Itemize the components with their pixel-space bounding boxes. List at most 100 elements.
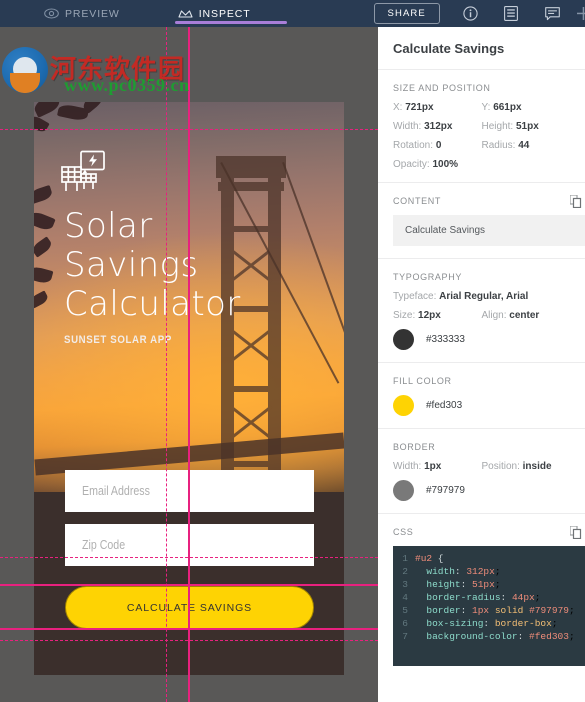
inspect-panel[interactable]: Calculate Savings SIZE AND POSITION X: 7… [378, 27, 585, 702]
css-line-text: background-color: #fed303; [426, 631, 575, 642]
typography-color-row: #333333 [393, 329, 570, 350]
content-heading: CONTENT [393, 196, 442, 206]
tab-inspect-label: INSPECT [198, 7, 251, 20]
css-line: 5 border: 1px solid #797979; [393, 604, 585, 617]
tab-inspect[interactable]: INSPECT [170, 0, 287, 27]
css-section: CSS 1 #u2 {2 width: 312px; 3 height: 51px;… [378, 513, 585, 678]
design-canvas[interactable]: Solar Savings Calculator SUNSET SOLAR APP … [0, 27, 378, 702]
css-line: 7 background-color: #fed303; [393, 630, 585, 643]
bridge-deck [34, 432, 344, 476]
css-line-number: 4 [402, 592, 408, 603]
plus-icon[interactable] [573, 0, 585, 27]
css-line-text: box-sizing: border-box; [426, 618, 558, 629]
css-line-text: border: 1px solid #797979; [426, 605, 575, 616]
comment-icon[interactable] [532, 0, 573, 27]
mobile-mockup: Solar Savings Calculator SUNSET SOLAR APP … [34, 102, 344, 675]
layers-panel-icon[interactable] [491, 0, 532, 27]
css-heading: CSS [393, 527, 414, 537]
size-position-heading: SIZE AND POSITION [393, 83, 491, 93]
active-tab-underline [174, 21, 287, 24]
border-width-label: Width: 1px [393, 461, 442, 472]
css-line: 1 #u2 { [393, 552, 585, 565]
border-heading: BORDER [393, 442, 436, 452]
width-value: 312px [424, 121, 453, 132]
css-line-text: #u2 { [415, 553, 444, 564]
y-value: 661px [493, 102, 522, 113]
typography-color-value: #333333 [426, 334, 465, 345]
fill-color-section: FILL COLOR #fed303 [378, 362, 585, 428]
css-code-block[interactable]: 1 #u2 {2 width: 312px; 3 height: 51px; 4 bo… [393, 546, 585, 666]
watermark-logo-icon [2, 47, 48, 93]
border-width-value: 1px [424, 461, 442, 472]
border-position-value: inside [522, 461, 552, 472]
css-line: 6 box-sizing: border-box; [393, 617, 585, 630]
typography-heading: TYPOGRAPHY [393, 272, 463, 282]
align-value: center [509, 310, 540, 321]
hero-image: Solar Savings Calculator SUNSET SOLAR APP [34, 102, 344, 492]
x-value: 721px [405, 102, 434, 113]
view-mode-tabs: PREVIEW INSPECT [0, 0, 287, 27]
width-label: Width: 312px [393, 121, 453, 132]
zip-field[interactable]: Zip Code [65, 524, 314, 566]
css-line-text: border-radius: 44px; [426, 592, 541, 603]
share-button[interactable]: SHARE [373, 3, 440, 24]
toolbar-icon-group [450, 0, 585, 27]
y-label: Y: 661px [481, 102, 522, 113]
opacity-value: 100% [432, 159, 459, 170]
border-color-swatch[interactable] [393, 480, 414, 501]
css-line-number: 6 [402, 618, 408, 629]
typeface-label: Typeface: Arial Regular, Arial [393, 291, 529, 302]
panel-title: Calculate Savings [393, 41, 505, 56]
calculate-savings-button[interactable]: CALCULATE SAVINGS [65, 586, 314, 629]
height-label: Height: 51px [481, 121, 539, 132]
email-placeholder: Email Address [82, 484, 150, 498]
solar-panel-icon [60, 150, 106, 199]
css-line-text: width: 312px; [426, 566, 501, 577]
typography-color-swatch[interactable] [393, 329, 414, 350]
content-value[interactable]: Calculate Savings [393, 215, 585, 246]
align-label: Align: center [481, 310, 540, 321]
row-width-height: Width: 312px Height: 51px [393, 121, 570, 132]
tab-preview[interactable]: PREVIEW [36, 0, 128, 27]
eye-icon [44, 8, 59, 19]
typography-section: TYPOGRAPHY Typeface: Arial Regular, Aria… [378, 258, 585, 362]
watermark: 河东软件园 www.pc0359.cn [0, 27, 378, 97]
fill-color-swatch[interactable] [393, 395, 414, 416]
x-label: X: 721px [393, 102, 434, 113]
fill-color-heading: FILL COLOR [393, 376, 452, 386]
email-field[interactable]: Email Address [65, 470, 314, 512]
row-x-y: X: 721px Y: 661px [393, 102, 570, 113]
top-toolbar: PREVIEW INSPECT SHARE [0, 0, 585, 27]
tab-preview-label: PREVIEW [65, 7, 120, 20]
radius-value: 44 [518, 140, 530, 151]
watermark-url: www.pc0359.cn [64, 75, 190, 95]
row-opacity: Opacity: 100% [393, 159, 570, 170]
css-line-number: 3 [402, 579, 408, 590]
css-line-number: 7 [402, 631, 408, 642]
size-position-section: SIZE AND POSITION X: 721px Y: 661px Widt… [378, 69, 585, 182]
height-value: 51px [515, 121, 539, 132]
row-border-width-position: Width: 1px Position: inside [393, 461, 570, 472]
border-position-label: Position: inside [481, 461, 552, 472]
rotation-label: Rotation: 0 [393, 140, 442, 151]
css-line: 3 height: 51px; [393, 578, 585, 591]
radius-label: Radius: 44 [481, 140, 530, 151]
font-size-label: Size: 12px [393, 310, 441, 321]
border-color-value: #797979 [426, 485, 465, 496]
info-icon[interactable] [450, 0, 491, 27]
watermark-site-name: 河东软件园 [50, 55, 186, 85]
border-section: BORDER Width: 1px Position: inside #7979… [378, 428, 585, 513]
row-size-align: Size: 12px Align: center [393, 310, 570, 321]
mockup-subtitle: SUNSET SOLAR APP [64, 334, 172, 346]
mockup-title: Solar Savings Calculator [64, 206, 241, 324]
border-color-row: #797979 [393, 480, 570, 501]
css-line: 2 width: 312px; [393, 565, 585, 578]
copy-icon[interactable] [569, 525, 582, 544]
css-line: 4 border-radius: 44px; [393, 591, 585, 604]
typeface-value: Arial Regular, Arial [439, 291, 529, 302]
fill-color-row: #fed303 [393, 395, 570, 416]
rotation-value: 0 [435, 140, 442, 151]
css-line-number: 5 [402, 605, 408, 616]
css-line-text: height: 51px; [426, 579, 501, 590]
copy-icon[interactable] [569, 194, 582, 213]
